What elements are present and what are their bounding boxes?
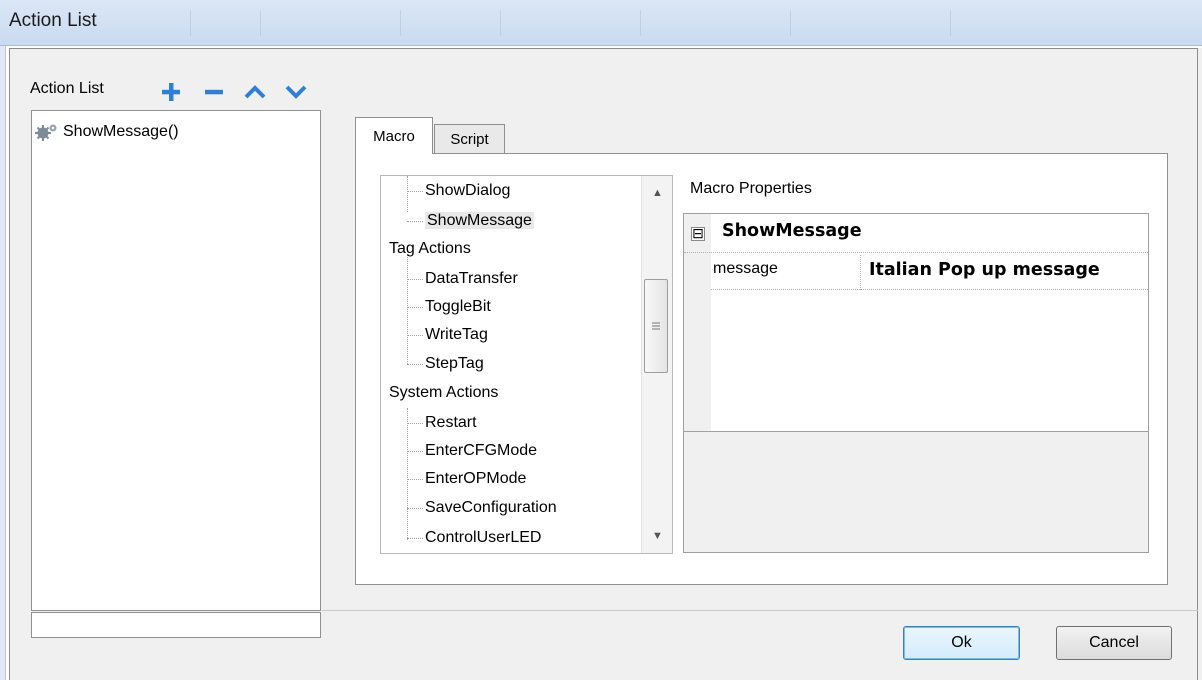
remove-button[interactable] [201,79,227,105]
tree-item[interactable]: ControlUserLED [381,526,541,550]
background-divider [190,10,191,36]
window-left-edge [0,46,6,680]
property-description-pane [683,432,1149,553]
grip-icon [652,322,660,330]
background-divider [790,10,791,36]
background-divider [260,10,261,36]
chevron-down-icon [285,85,307,99]
macro-tree[interactable]: ShowDialog ShowMessage Tag Actions DataT… [380,175,673,554]
tab-script[interactable]: Script [434,124,505,154]
tree-item[interactable]: EnterCFGMode [381,439,537,463]
cancel-button-label: Cancel [1089,634,1139,651]
tree-item[interactable]: ShowDialog [381,179,510,203]
property-category: ⊟ ShowMessage [684,217,1148,253]
tree-item[interactable]: StepTag [381,352,484,376]
title-bar: Action List [0,0,1202,46]
tree-scrollbar[interactable]: ▲ ▼ [641,176,672,553]
action-list-label: Action List [30,80,104,97]
tree-category[interactable]: System Actions [381,381,498,405]
tree-item[interactable]: Restart [381,411,477,435]
add-button[interactable] [158,79,184,105]
window-title: Action List [9,10,97,31]
tab-macro[interactable]: Macro [355,117,433,154]
collapse-toggle[interactable]: ⊟ [691,226,705,241]
background-divider [400,10,401,36]
ok-button-label: Ok [951,634,972,651]
property-name[interactable]: message [711,255,861,290]
tab-label: Macro [373,127,415,145]
footer-divider [322,610,1198,611]
macro-properties-label: Macro Properties [690,180,812,197]
scroll-up-arrow-icon[interactable]: ▲ [642,178,673,208]
background-divider [640,10,641,36]
property-category-label: ShowMessage [722,221,862,241]
background-divider [950,10,951,36]
tree-item[interactable]: ToggleBit [381,295,491,319]
gears-icon [35,124,57,141]
tab-label: Script [450,130,489,148]
list-item-label: ShowMessage() [63,123,179,140]
property-row: message Italian Pop up message [711,255,1148,290]
ok-button[interactable]: Ok [903,626,1020,660]
property-value[interactable]: Italian Pop up message [863,255,1148,290]
move-up-button[interactable] [242,79,268,105]
plus-icon [162,83,180,101]
scroll-down-arrow-icon[interactable]: ▼ [642,521,673,551]
scroll-thumb[interactable] [644,279,668,373]
tree-item[interactable]: SaveConfiguration [381,496,557,520]
tree-item[interactable]: EnterOPMode [381,467,526,491]
cancel-button[interactable]: Cancel [1056,626,1172,660]
list-item[interactable]: ShowMessage() [35,120,181,144]
tree-item[interactable]: WriteTag [381,323,488,347]
chevron-up-icon [244,85,266,99]
action-list-footer-box [31,612,321,638]
tree-item[interactable]: DataTransfer [381,267,518,291]
background-divider [500,10,501,36]
property-grid: ⊟ ShowMessage message Italian Pop up mes… [683,213,1149,432]
tree-item-selected[interactable]: ShowMessage [381,209,534,233]
tree-category[interactable]: Tag Actions [381,237,471,261]
move-down-button[interactable] [283,79,309,105]
minus-icon [205,89,223,95]
action-list-box[interactable]: ShowMessage() [31,110,321,611]
